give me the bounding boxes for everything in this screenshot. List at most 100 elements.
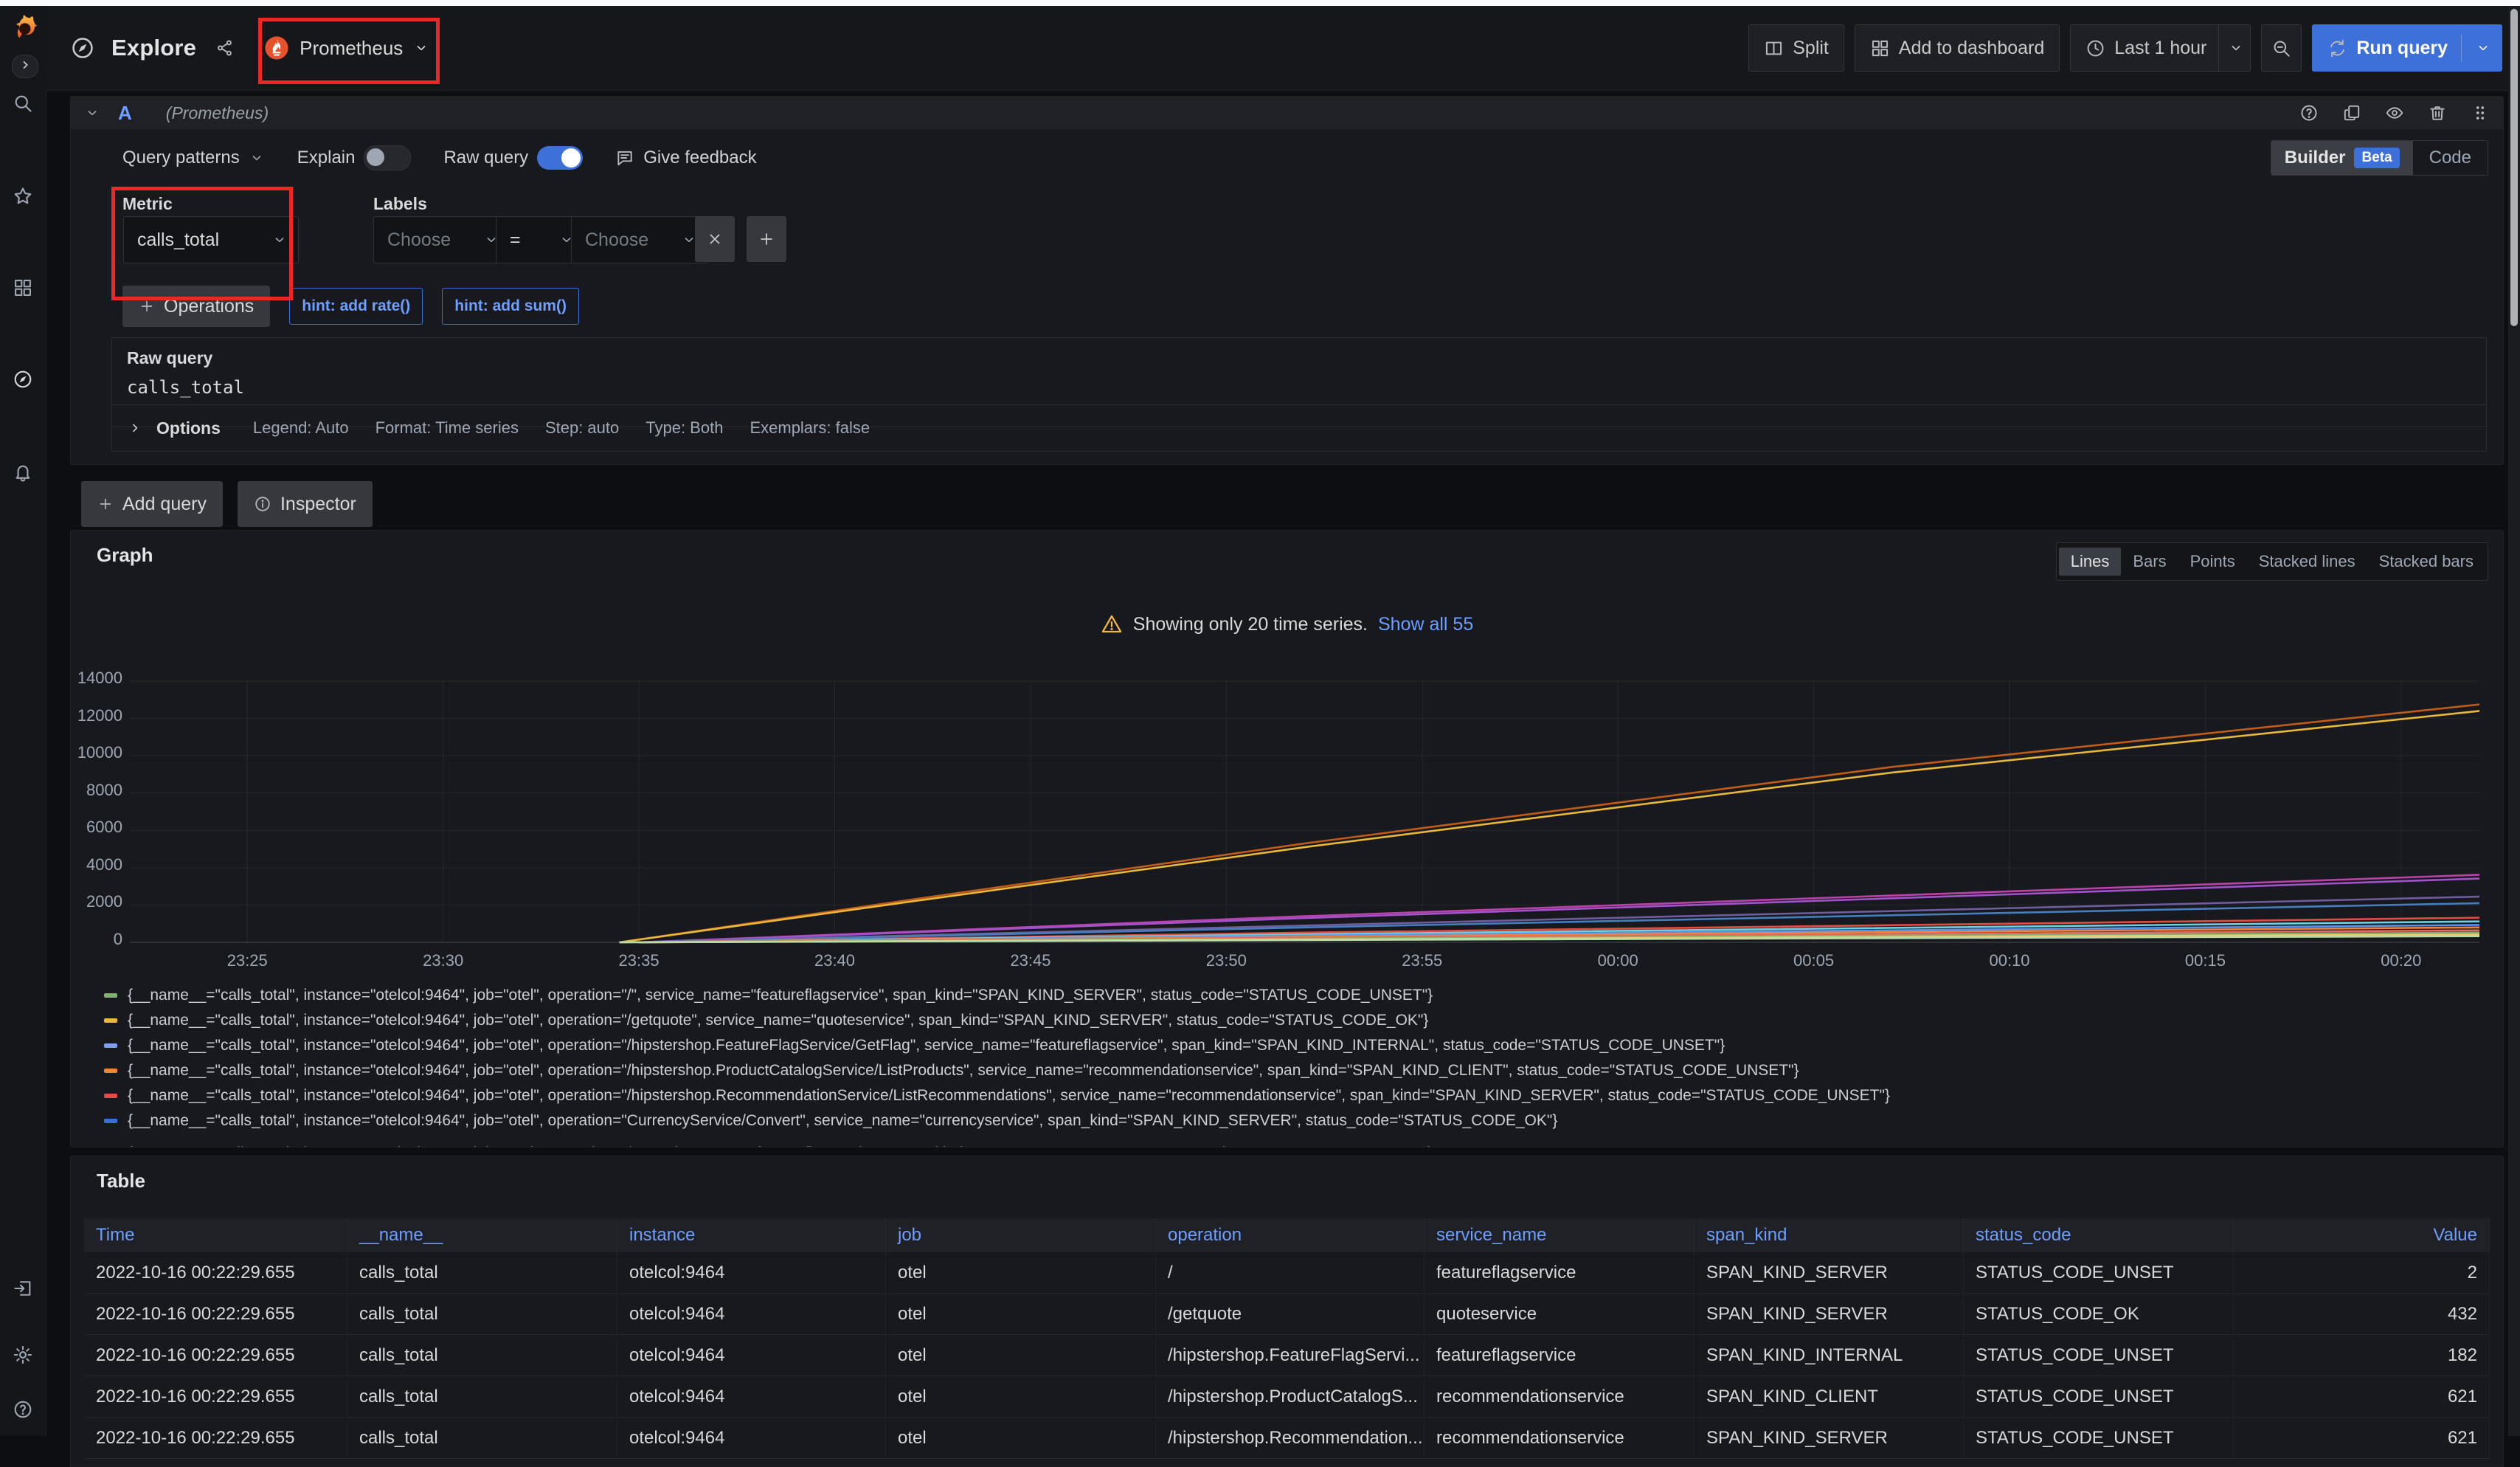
query-header-row[interactable]: A (Prometheus) [71, 97, 2503, 129]
inspector-button[interactable]: Inspector [238, 481, 373, 527]
table-cell: 2022-10-16 00:22:29.655 [84, 1335, 347, 1375]
code-tab[interactable]: Code [2413, 148, 2488, 168]
legend-item-3[interactable]: {__name__="calls_total", instance="otelc… [104, 1060, 1799, 1082]
trash-icon[interactable] [2428, 103, 2447, 122]
split-button[interactable]: Split [1748, 24, 1844, 72]
search-icon[interactable] [13, 93, 33, 114]
table-cell: otel [886, 1418, 1156, 1458]
builder-tab[interactable]: Builder Beta [2271, 141, 2413, 175]
table-cell: 2022-10-16 00:22:29.655 [84, 1418, 347, 1458]
add-to-dashboard-button[interactable]: Add to dashboard [1855, 24, 2060, 72]
table-cell: recommendationservice [1425, 1418, 1695, 1458]
table-column-header-value[interactable]: Value [2234, 1218, 2490, 1252]
run-query-button[interactable]: Run query [2312, 24, 2502, 72]
chevron-down-icon[interactable] [2475, 40, 2491, 56]
share-icon[interactable] [215, 38, 235, 58]
operations-button[interactable]: Operations [122, 286, 270, 327]
label-operator-value: = [510, 229, 521, 251]
compass-icon[interactable] [13, 369, 33, 390]
label-name-placeholder: Choose [387, 229, 451, 251]
metric-select[interactable]: calls_total [123, 216, 299, 263]
graph-mode-bars[interactable]: Bars [2121, 548, 2178, 576]
datasource-picker[interactable]: Prometheus [257, 22, 437, 74]
browser-edge-strip [0, 0, 2520, 6]
zoom-out-button[interactable] [2261, 24, 2302, 72]
table-cell: calls_total [347, 1335, 617, 1375]
table-column-header--name-[interactable]: __name__ [347, 1218, 617, 1252]
grafana-logo-icon[interactable] [7, 10, 39, 43]
page-scrollbar[interactable] [2508, 6, 2520, 1436]
table-cell: otelcol:9464 [617, 1418, 886, 1458]
legend-label: {__name__="calls_total", instance="otelc… [128, 1145, 1433, 1147]
top-navigation: Explore Prometheus Split Add to dashboar… [46, 6, 2520, 91]
scrollbar-thumb[interactable] [2510, 9, 2518, 326]
builder-label: Builder [2285, 148, 2346, 168]
table-row-0: 2022-10-16 00:22:29.655calls_totalotelco… [84, 1252, 2490, 1294]
add-query-button[interactable]: Add query [81, 481, 223, 527]
time-range-picker[interactable]: Last 1 hour [2070, 24, 2251, 72]
legend-item-2[interactable]: {__name__="calls_total", instance="otelc… [104, 1035, 1725, 1057]
x-axis-tick: 23:50 [1193, 951, 1259, 970]
give-feedback-link[interactable]: Give feedback [615, 148, 756, 168]
legend-item-truncated[interactable]: {__name__="calls_total", instance="otelc… [104, 1142, 1433, 1147]
graph-mode-stacked-bars[interactable]: Stacked bars [2367, 548, 2485, 576]
sidebar [0, 6, 46, 1436]
graph-mode-points[interactable]: Points [2178, 548, 2247, 576]
explain-toggle[interactable] [364, 145, 411, 170]
table-column-header-span-kind[interactable]: span_kind [1695, 1218, 1964, 1252]
table-cell: 621 [2234, 1418, 2490, 1458]
search-minus-icon [2271, 38, 2291, 58]
legend-item-4[interactable]: {__name__="calls_total", instance="otelc… [104, 1085, 1890, 1107]
signin-icon[interactable] [13, 1278, 33, 1299]
table-column-header-instance[interactable]: instance [617, 1218, 886, 1252]
table-column-header-operation[interactable]: operation [1156, 1218, 1425, 1252]
bell-icon[interactable] [13, 462, 33, 483]
table-column-header-job[interactable]: job [886, 1218, 1156, 1252]
legend-item-5[interactable]: {__name__="calls_total", instance="otelc… [104, 1110, 1557, 1132]
help-circle-icon[interactable] [2299, 103, 2319, 122]
beta-badge: Beta [2354, 148, 2399, 168]
table-column-header-status-code[interactable]: status_code [1964, 1218, 2234, 1252]
apps-icon[interactable] [13, 277, 33, 298]
table-cell: STATUS_CODE_UNSET [1964, 1252, 2234, 1293]
query-option-item-1: Format: Time series [375, 418, 519, 438]
query-options-row[interactable]: Options Legend: AutoFormat: Time seriesS… [111, 404, 2487, 452]
legend-swatch [104, 1043, 117, 1048]
graph-mode-lines[interactable]: Lines [2059, 548, 2122, 576]
graph-panel-title: Graph [97, 544, 153, 567]
star-icon[interactable] [13, 186, 33, 207]
copy-icon[interactable] [2342, 103, 2361, 122]
label-value-select[interactable]: Choose [571, 216, 708, 263]
metric-label: Metric [122, 194, 173, 214]
table-cell: / [1156, 1252, 1425, 1293]
remove-label-filter-button[interactable] [695, 216, 735, 262]
help-icon[interactable] [13, 1399, 33, 1420]
show-all-series-link[interactable]: Show all 55 [1378, 614, 1473, 635]
chevron-down-icon[interactable] [84, 105, 100, 121]
table-column-header-service-name[interactable]: service_name [1425, 1218, 1695, 1252]
plus-icon [97, 496, 114, 512]
eye-icon[interactable] [2385, 103, 2404, 122]
sidebar-expand-button[interactable] [12, 55, 38, 78]
legend-item-1[interactable]: {__name__="calls_total", instance="otelc… [104, 1009, 1428, 1032]
graph-mode-stacked-lines[interactable]: Stacked lines [2247, 548, 2367, 576]
raw-query-toggle[interactable] [537, 146, 583, 170]
query-patterns-dropdown[interactable]: Query patterns [122, 148, 265, 168]
chevron-right-icon [127, 420, 143, 436]
clock-icon [2085, 38, 2105, 58]
table-column-header-time[interactable]: Time [84, 1218, 347, 1252]
label-name-select[interactable]: Choose [373, 216, 510, 263]
legend-item-0[interactable]: {__name__="calls_total", instance="otelc… [104, 984, 1433, 1007]
gear-icon[interactable] [13, 1345, 33, 1365]
options-title: Options [156, 418, 221, 438]
legend-swatch [104, 1094, 117, 1098]
query-hint-button-1[interactable]: hint: add sum() [442, 288, 579, 325]
drag-grip-icon[interactable] [2471, 103, 2490, 122]
time-range-caret[interactable] [2218, 25, 2250, 71]
add-label-filter-button[interactable] [747, 216, 786, 262]
query-hint-button-0[interactable]: hint: add rate() [289, 288, 423, 325]
table-cell: featureflagservice [1425, 1252, 1695, 1293]
table-cell: SPAN_KIND_SERVER [1695, 1294, 1964, 1334]
y-axis-tick: 14000 [71, 669, 122, 688]
table-cell: otel [886, 1252, 1156, 1293]
